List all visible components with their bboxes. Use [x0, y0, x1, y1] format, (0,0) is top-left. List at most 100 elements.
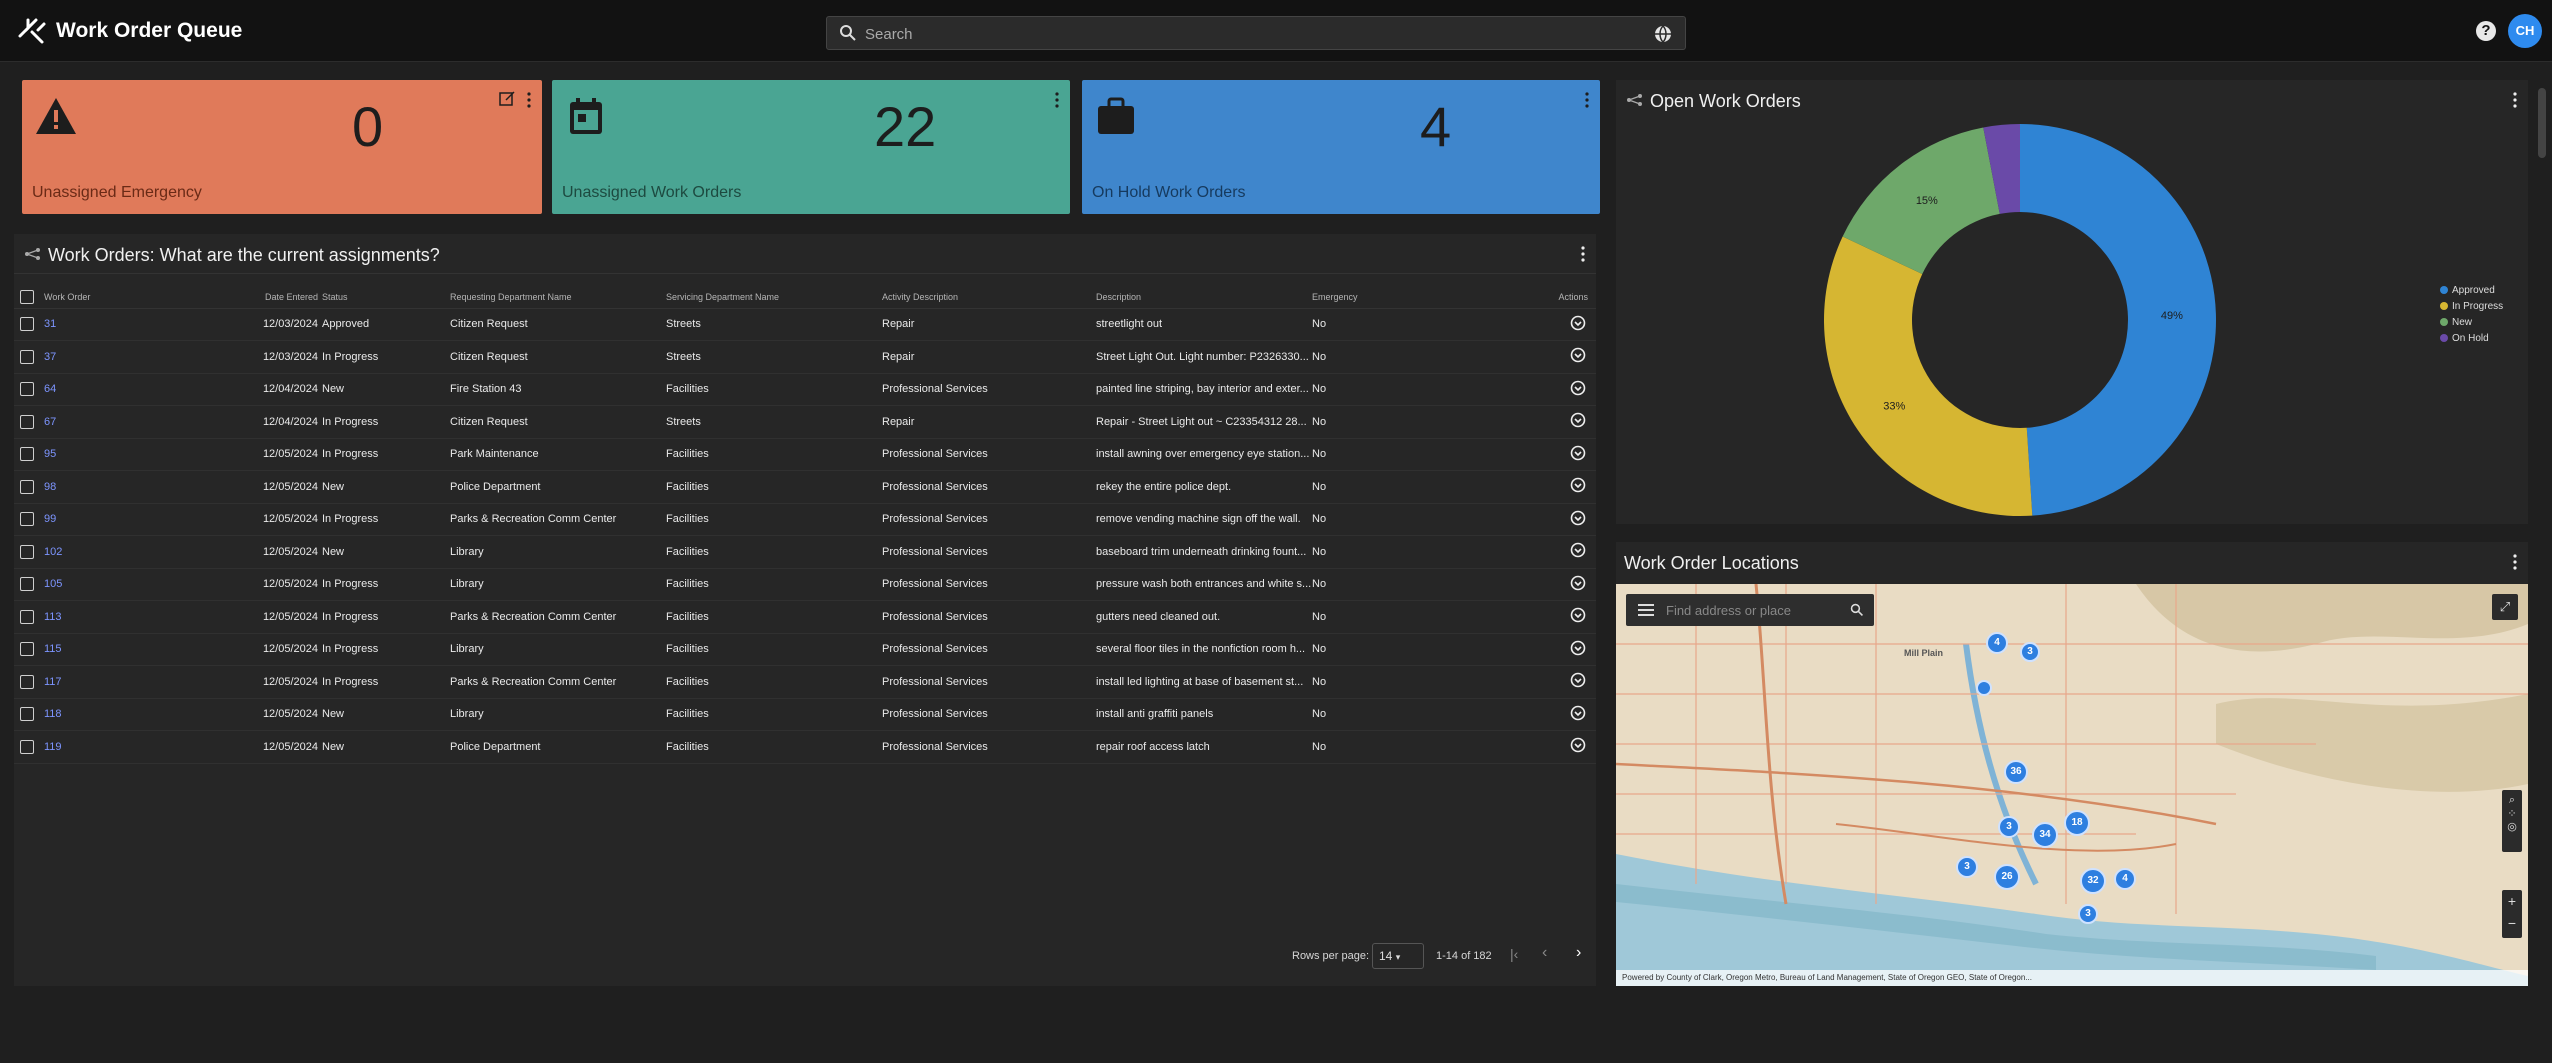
row-checkbox[interactable]	[20, 317, 34, 332]
table-row[interactable]: 99 12/05/2024 In Progress Parks & Recreatio…	[14, 503, 1596, 536]
expand-circle-icon[interactable]	[1570, 607, 1586, 623]
actions[interactable]	[1526, 373, 1596, 406]
column-header[interactable]: Activity Description	[882, 286, 1096, 309]
donut-slice-approved[interactable]	[2020, 124, 2217, 516]
table-row[interactable]: 37 12/03/2024 In Progress Citizen Request St…	[14, 340, 1596, 374]
checkbox[interactable]	[14, 730, 44, 764]
work-order-link[interactable]: 119	[44, 730, 262, 764]
checkbox[interactable]	[14, 503, 44, 536]
rows-per-page-select[interactable]: 14 ▾	[1372, 943, 1424, 969]
row-checkbox[interactable]	[20, 544, 34, 559]
actions[interactable]	[1526, 698, 1596, 731]
expand-circle-icon[interactable]	[1570, 412, 1586, 428]
checkbox[interactable]	[14, 373, 44, 406]
table-row[interactable]: 64 12/04/2024 New Fire Station 43 Facilities…	[14, 373, 1596, 406]
expand-circle-icon[interactable]	[1570, 380, 1586, 396]
table-row[interactable]: 105 12/05/2024 In Progress Library Facilitie…	[14, 568, 1596, 601]
search-input[interactable]	[865, 21, 1625, 47]
row-checkbox[interactable]	[20, 382, 34, 397]
work-order-link[interactable]: 115	[44, 633, 262, 666]
menu-icon[interactable]	[1638, 604, 1654, 616]
table-row[interactable]: 102 12/05/2024 New Library Facilities Profess…	[14, 535, 1596, 569]
row-checkbox[interactable]	[20, 414, 34, 429]
map-cluster-marker[interactable]: 36	[2004, 760, 2028, 784]
column-header[interactable]: Status	[322, 286, 450, 309]
row-checkbox[interactable]	[20, 707, 34, 722]
expand-circle-icon[interactable]	[1570, 575, 1586, 591]
checkbox[interactable]	[14, 438, 44, 471]
map-cluster-marker[interactable]: 3	[1956, 856, 1978, 878]
work-order-link[interactable]: 102	[44, 535, 262, 569]
map-cluster-marker[interactable]: 4	[1986, 632, 2008, 654]
row-checkbox[interactable]	[20, 739, 34, 754]
more-vert-icon[interactable]	[2512, 90, 2518, 110]
more-vert-icon[interactable]	[1054, 90, 1060, 110]
row-checkbox[interactable]	[20, 512, 34, 527]
kpi-unassigned-emergency[interactable]: 0 Unassigned Emergency	[22, 80, 542, 214]
table-row[interactable]: 31 12/03/2024 Approved Citizen Request Stree…	[14, 308, 1596, 341]
actions[interactable]	[1526, 470, 1596, 504]
expand-circle-icon[interactable]	[1570, 640, 1586, 656]
table-row[interactable]: 115 12/05/2024 In Progress Library Facilitie…	[14, 633, 1596, 666]
actions[interactable]	[1526, 308, 1596, 341]
map-zoom-search-icon[interactable]: ⌕ ⁘ ◎	[2502, 790, 2522, 852]
work-order-link[interactable]: 98	[44, 470, 262, 504]
map-search-input[interactable]	[1666, 600, 1846, 620]
row-checkbox[interactable]	[20, 349, 34, 364]
work-order-link[interactable]: 99	[44, 503, 262, 536]
map-cluster-marker[interactable]: 3	[2020, 642, 2040, 662]
expand-circle-icon[interactable]	[1570, 510, 1586, 526]
work-order-link[interactable]: 113	[44, 600, 262, 634]
map-cluster-marker[interactable]: 18	[2064, 810, 2090, 836]
work-order-link[interactable]: 31	[44, 308, 262, 341]
checkbox[interactable]	[14, 405, 44, 439]
search-icon[interactable]	[1850, 603, 1864, 617]
actions[interactable]	[1526, 600, 1596, 634]
work-order-link[interactable]: 95	[44, 438, 262, 471]
table-row[interactable]: 117 12/05/2024 In Progress Parks & Recreati…	[14, 665, 1596, 699]
expand-circle-icon[interactable]	[1570, 542, 1586, 558]
edit-icon[interactable]	[498, 90, 516, 108]
fullscreen-icon[interactable]: ⤢	[2492, 594, 2518, 620]
table-row[interactable]: 118 12/05/2024 New Library Facilities Profess…	[14, 698, 1596, 731]
checkbox[interactable]	[14, 535, 44, 569]
next-page-icon[interactable]: ›	[1576, 944, 1581, 962]
table-row[interactable]: 95 12/05/2024 In Progress Park Maintenance F…	[14, 438, 1596, 471]
checkbox[interactable]	[14, 698, 44, 731]
actions[interactable]	[1526, 633, 1596, 666]
map-pin-icon[interactable]	[1976, 680, 1992, 696]
table-row[interactable]: 113 12/05/2024 In Progress Parks & Recreati…	[14, 600, 1596, 634]
row-checkbox[interactable]	[20, 642, 34, 657]
expand-circle-icon[interactable]	[1570, 315, 1586, 331]
map-cluster-marker[interactable]: 34	[2032, 822, 2058, 848]
table-row[interactable]: 98 12/05/2024 New Police Department Faciliti…	[14, 470, 1596, 504]
actions[interactable]	[1526, 438, 1596, 471]
expand-circle-icon[interactable]	[1570, 477, 1586, 493]
checkbox[interactable]	[14, 665, 44, 699]
legend-item[interactable]: Approved	[2440, 282, 2503, 298]
zoom-out-icon[interactable]: −	[2502, 912, 2522, 934]
legend-item[interactable]: New	[2440, 314, 2503, 330]
actions[interactable]	[1526, 503, 1596, 536]
map-cluster-marker[interactable]: 4	[2114, 868, 2136, 890]
row-checkbox[interactable]	[20, 674, 34, 689]
kpi-unassigned-work-orders[interactable]: 22 Unassigned Work Orders	[552, 80, 1070, 214]
column-header[interactable]: Work Order	[44, 286, 262, 309]
checkbox[interactable]	[14, 340, 44, 374]
checkbox[interactable]	[14, 633, 44, 666]
expand-circle-icon[interactable]	[1570, 737, 1586, 753]
actions[interactable]	[1526, 535, 1596, 569]
donut-slice-in-progress[interactable]	[1824, 236, 2033, 517]
more-vert-icon[interactable]	[1580, 244, 1586, 264]
expand-circle-icon[interactable]	[1570, 445, 1586, 461]
row-checkbox[interactable]	[20, 447, 34, 462]
work-order-link[interactable]: 105	[44, 568, 262, 601]
work-order-link[interactable]: 117	[44, 665, 262, 699]
actions[interactable]	[1526, 730, 1596, 764]
help-icon[interactable]: ?	[2476, 21, 2496, 41]
more-vert-icon[interactable]	[2512, 552, 2518, 572]
column-header[interactable]: Emergency	[1312, 286, 1526, 309]
checkbox[interactable]	[14, 568, 44, 601]
map-search-box[interactable]	[1626, 594, 1874, 626]
table-row[interactable]: 119 12/05/2024 New Police Department Facilit…	[14, 730, 1596, 764]
